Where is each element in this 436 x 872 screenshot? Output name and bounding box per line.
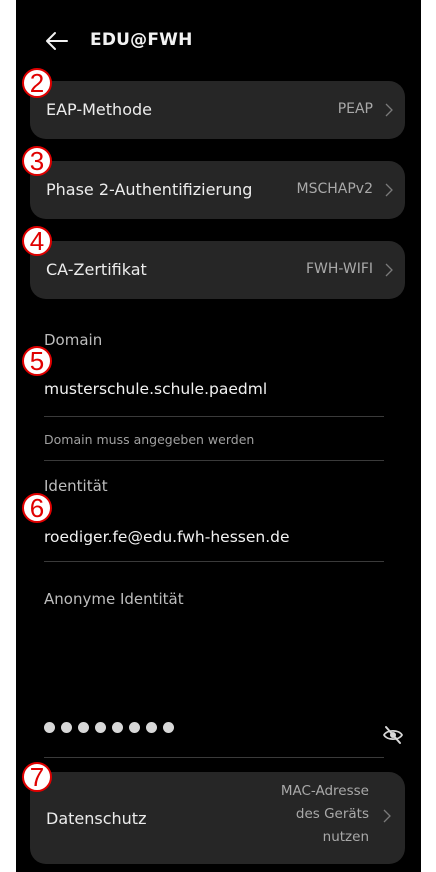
annotation-badge: 5 xyxy=(22,346,52,376)
back-arrow-icon[interactable] xyxy=(44,28,70,54)
domain-value: musterschule.schule.paedml xyxy=(44,380,268,398)
annotation-badge: 3 xyxy=(22,146,52,176)
privacy-row[interactable]: Datenschutz MAC-Adresse des Geräts nutze… xyxy=(30,772,405,864)
phone-screen: EDU@FWH EAP-Methode PEAP Phase 2-Authent… xyxy=(16,0,421,872)
eye-off-icon[interactable] xyxy=(382,724,404,746)
page-title: EDU@FWH xyxy=(90,30,193,50)
anonymous-identity-input[interactable]: Anonyme Identität xyxy=(44,588,384,616)
domain-input[interactable]: musterschule.schule.paedml xyxy=(44,376,384,406)
annotation-badge: 2 xyxy=(22,68,52,98)
identity-divider xyxy=(44,561,384,562)
annotation-badge: 6 xyxy=(22,493,52,523)
annotation-badge: 4 xyxy=(22,226,52,256)
identity-input[interactable]: roediger.fe@edu.fwh-hessen.de xyxy=(44,524,384,554)
eap-method-row[interactable]: EAP-Methode PEAP xyxy=(30,81,405,139)
anonymous-identity-label: Anonyme Identität xyxy=(44,590,184,608)
password-dot xyxy=(146,722,157,733)
phase2-auth-row[interactable]: Phase 2-Authentifizierung MSCHAPv2 xyxy=(30,161,405,219)
privacy-value-line: MAC-Adresse xyxy=(280,783,369,799)
password-dot xyxy=(44,722,55,733)
ca-certificate-row[interactable]: CA-Zertifikat FWH-WIFI xyxy=(30,241,405,299)
phase2-auth-value: MSCHAPv2 xyxy=(296,181,373,197)
password-field[interactable] xyxy=(44,722,174,733)
domain-divider xyxy=(44,416,384,417)
ca-certificate-label: CA-Zertifikat xyxy=(46,260,147,279)
password-dot xyxy=(78,722,89,733)
password-dot xyxy=(95,722,106,733)
password-dot xyxy=(163,722,174,733)
chevron-right-icon xyxy=(385,263,393,277)
chevron-right-icon xyxy=(385,103,393,117)
header: EDU@FWH xyxy=(16,0,421,80)
eap-method-value: PEAP xyxy=(337,101,373,117)
identity-label: Identität xyxy=(44,477,108,495)
phase2-auth-label: Phase 2-Authentifizierung xyxy=(46,180,253,199)
privacy-value: MAC-Adresse des Geräts nutzen xyxy=(281,780,369,849)
privacy-value-line: nutzen xyxy=(322,829,369,845)
section-divider xyxy=(44,460,384,461)
password-divider xyxy=(44,757,384,758)
chevron-right-icon xyxy=(385,183,393,197)
domain-label: Domain xyxy=(44,331,103,349)
domain-hint: Domain muss angegeben werden xyxy=(44,432,255,447)
ca-certificate-value: FWH-WIFI xyxy=(305,261,373,277)
privacy-value-line: des Geräts xyxy=(295,806,369,822)
password-dot xyxy=(112,722,123,733)
annotation-badge: 7 xyxy=(22,762,52,792)
privacy-label: Datenschutz xyxy=(46,809,147,828)
identity-value: roediger.fe@edu.fwh-hessen.de xyxy=(44,528,290,546)
chevron-right-icon xyxy=(383,809,391,823)
eap-method-label: EAP-Methode xyxy=(46,100,152,119)
password-dot xyxy=(129,722,140,733)
password-dot xyxy=(61,722,72,733)
